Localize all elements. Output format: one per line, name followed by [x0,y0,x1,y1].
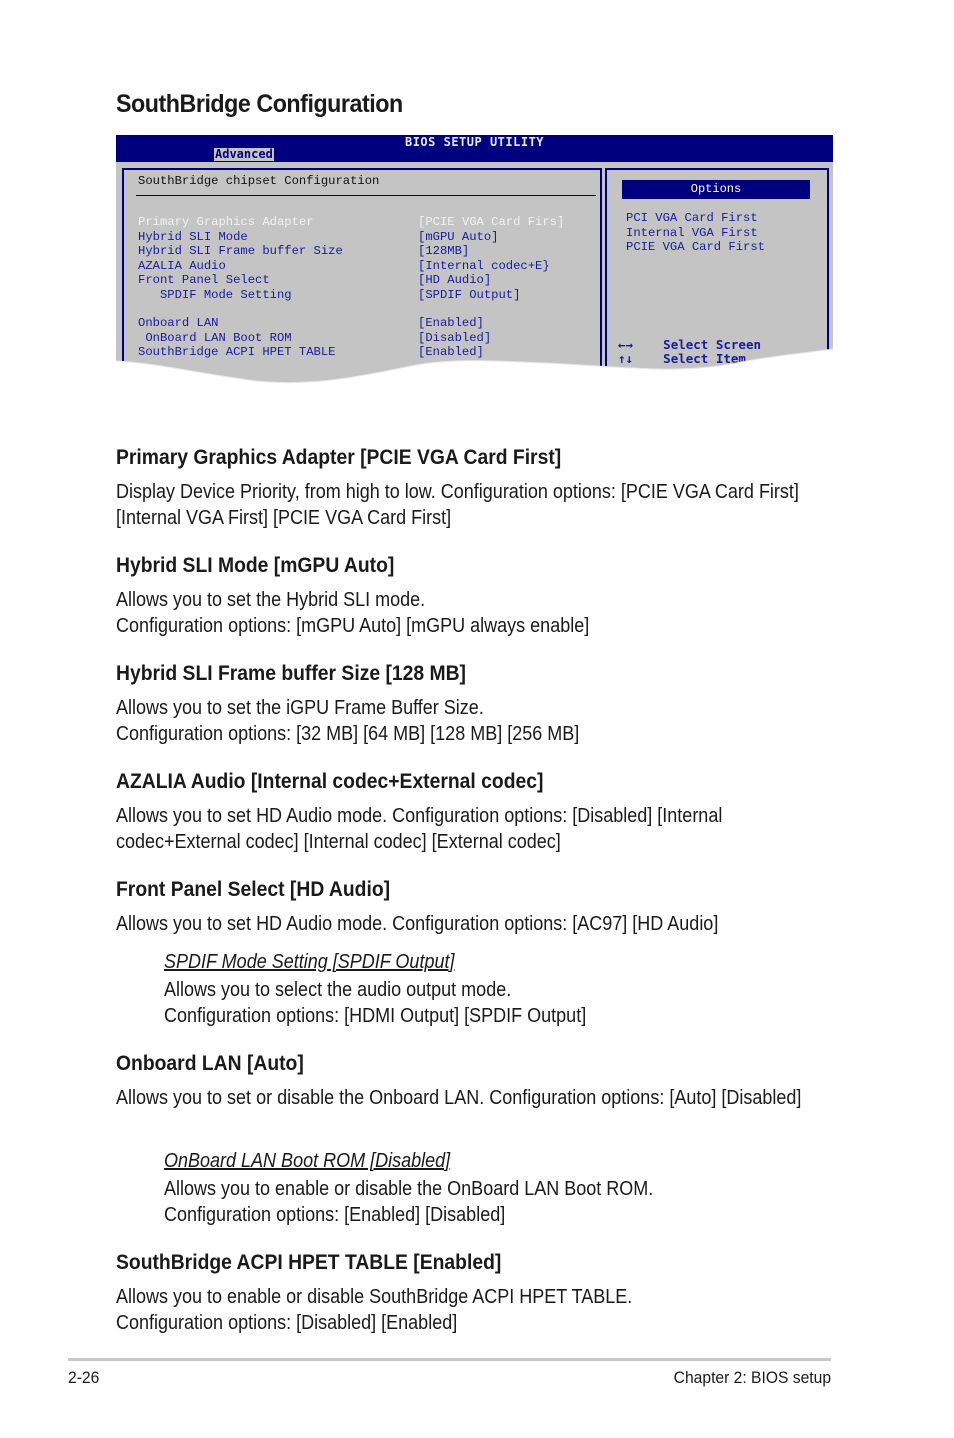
subsection-text: Configuration options: [Enabled] [Disabl… [164,1204,506,1226]
subsection-heading-lan-boot-rom: OnBoard LAN Boot ROM [Disabled] [164,1150,451,1172]
section-heading-front-panel: Front Panel Select [HD Audio] [116,878,391,901]
section-heading-onboard-lan: Onboard LAN [Auto] [116,1052,304,1075]
section-heading-primary-graphics: Primary Graphics Adapter [PCIE VGA Card … [116,446,562,469]
subsection-text: Configuration options: [HDMI Output] [SP… [164,1005,587,1027]
bios-screenshot: BIOS SETUP UTILITY Advanced SouthBridge … [116,135,833,385]
subsection-text: Allows you to enable or disable the OnBo… [164,1178,654,1200]
section-heading-hpet-table: SouthBridge ACPI HPET TABLE [Enabled] [116,1251,502,1274]
section-text: Configuration options: [32 MB] [64 MB] [… [116,723,580,745]
page-number: 2-26 [68,1368,100,1387]
section-heading-frame-buffer: Hybrid SLI Frame buffer Size [128 MB] [116,662,466,685]
section-heading-hybrid-sli-mode: Hybrid SLI Mode [mGPU Auto] [116,554,395,577]
section-text: Display Device Priority, from high to lo… [116,481,799,529]
subsection-text: Allows you to select the audio output mo… [164,979,512,1001]
section-text: Allows you to set HD Audio mode. Configu… [116,913,719,935]
page-title: SouthBridge Configuration [116,90,403,118]
section-text: Allows you to set the iGPU Frame Buffer … [116,697,484,719]
section-text: Allows you to set the Hybrid SLI mode. [116,589,426,611]
section-text: Allows you to set or disable the Onboard… [116,1087,802,1109]
footer-divider [68,1358,831,1361]
chapter-label: Chapter 2: BIOS setup [673,1368,831,1387]
section-text: Configuration options: [mGPU Auto] [mGPU… [116,615,590,637]
section-text: Allows you to enable or disable SouthBri… [116,1286,633,1308]
subsection-heading-spdif: SPDIF Mode Setting [SPDIF Output] [164,951,455,973]
section-heading-azalia-audio: AZALIA Audio [Internal codec+External co… [116,770,544,793]
torn-edge-decoration [116,348,833,385]
section-text: Allows you to set HD Audio mode. Configu… [116,805,723,853]
section-text: Configuration options: [Disabled] [Enabl… [116,1312,458,1334]
